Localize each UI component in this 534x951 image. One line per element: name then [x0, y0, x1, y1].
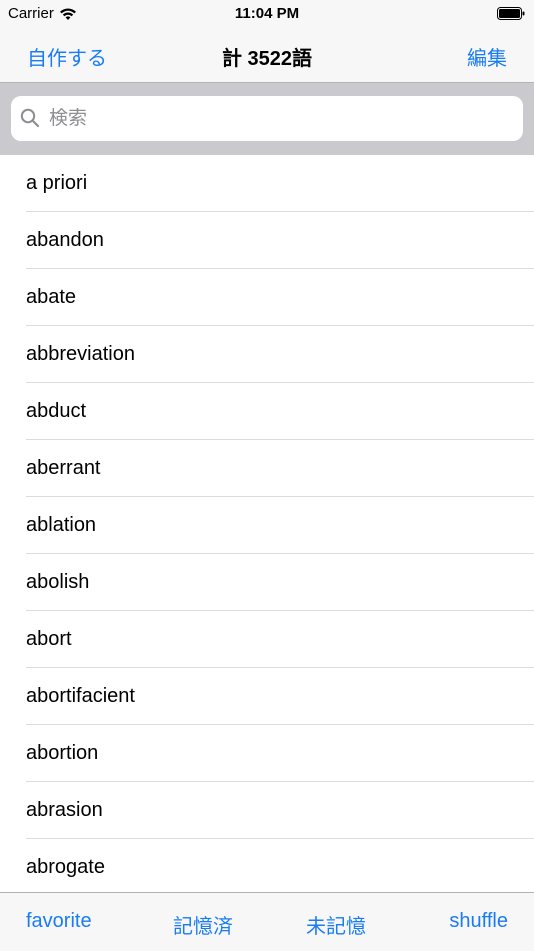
- battery-icon: [497, 7, 525, 20]
- word-label: abate: [26, 285, 77, 308]
- word-row[interactable]: abortifacient: [26, 668, 534, 725]
- word-label: aberrant: [26, 456, 101, 479]
- page-title: 計 3522語: [221, 48, 313, 70]
- favorite-button[interactable]: favorite: [26, 910, 92, 933]
- word-row[interactable]: a priori: [26, 155, 534, 212]
- word-label: abolish: [26, 570, 90, 593]
- word-row[interactable]: ablation: [26, 497, 534, 554]
- word-row[interactable]: abortion: [26, 725, 534, 782]
- word-label: abrasion: [26, 798, 103, 821]
- word-label: abort: [26, 627, 72, 650]
- word-label: abandon: [26, 228, 104, 251]
- word-label: ablation: [26, 513, 97, 536]
- word-label: abduct: [26, 399, 87, 422]
- search-icon: [20, 108, 40, 128]
- search-field[interactable]: [11, 96, 523, 141]
- shuffle-button[interactable]: shuffle: [449, 910, 508, 933]
- word-row[interactable]: aberrant: [26, 440, 534, 497]
- word-row[interactable]: abort: [26, 611, 534, 668]
- word-row[interactable]: abduct: [26, 383, 534, 440]
- word-row[interactable]: abate: [26, 269, 534, 326]
- word-list: a priori abandon abate abbreviation abdu…: [0, 155, 534, 892]
- word-label: abrogate: [26, 855, 105, 878]
- word-row[interactable]: abbreviation: [26, 326, 534, 383]
- unmemorized-button[interactable]: 未記憶: [306, 910, 366, 939]
- word-row[interactable]: abrogate: [26, 839, 534, 892]
- edit-button[interactable]: 編集: [467, 42, 507, 71]
- word-label: a priori: [26, 171, 88, 194]
- word-label: abbreviation: [26, 342, 135, 365]
- navigation-bar: 自作する 計 3522語 編集: [0, 28, 534, 83]
- word-row[interactable]: abrasion: [26, 782, 534, 839]
- status-time: 11:04 PM: [234, 5, 300, 22]
- search-bar: [0, 83, 534, 155]
- status-bar: Carrier 11:04 PM: [0, 0, 534, 28]
- word-label: abortifacient: [26, 684, 135, 707]
- word-row[interactable]: abolish: [26, 554, 534, 611]
- bottom-toolbar: favorite 記憶済 未記憶 shuffle: [0, 892, 534, 951]
- search-input[interactable]: [49, 96, 509, 141]
- word-label: abortion: [26, 741, 99, 764]
- memorized-button[interactable]: 記憶済: [173, 910, 233, 939]
- word-row[interactable]: abandon: [26, 212, 534, 269]
